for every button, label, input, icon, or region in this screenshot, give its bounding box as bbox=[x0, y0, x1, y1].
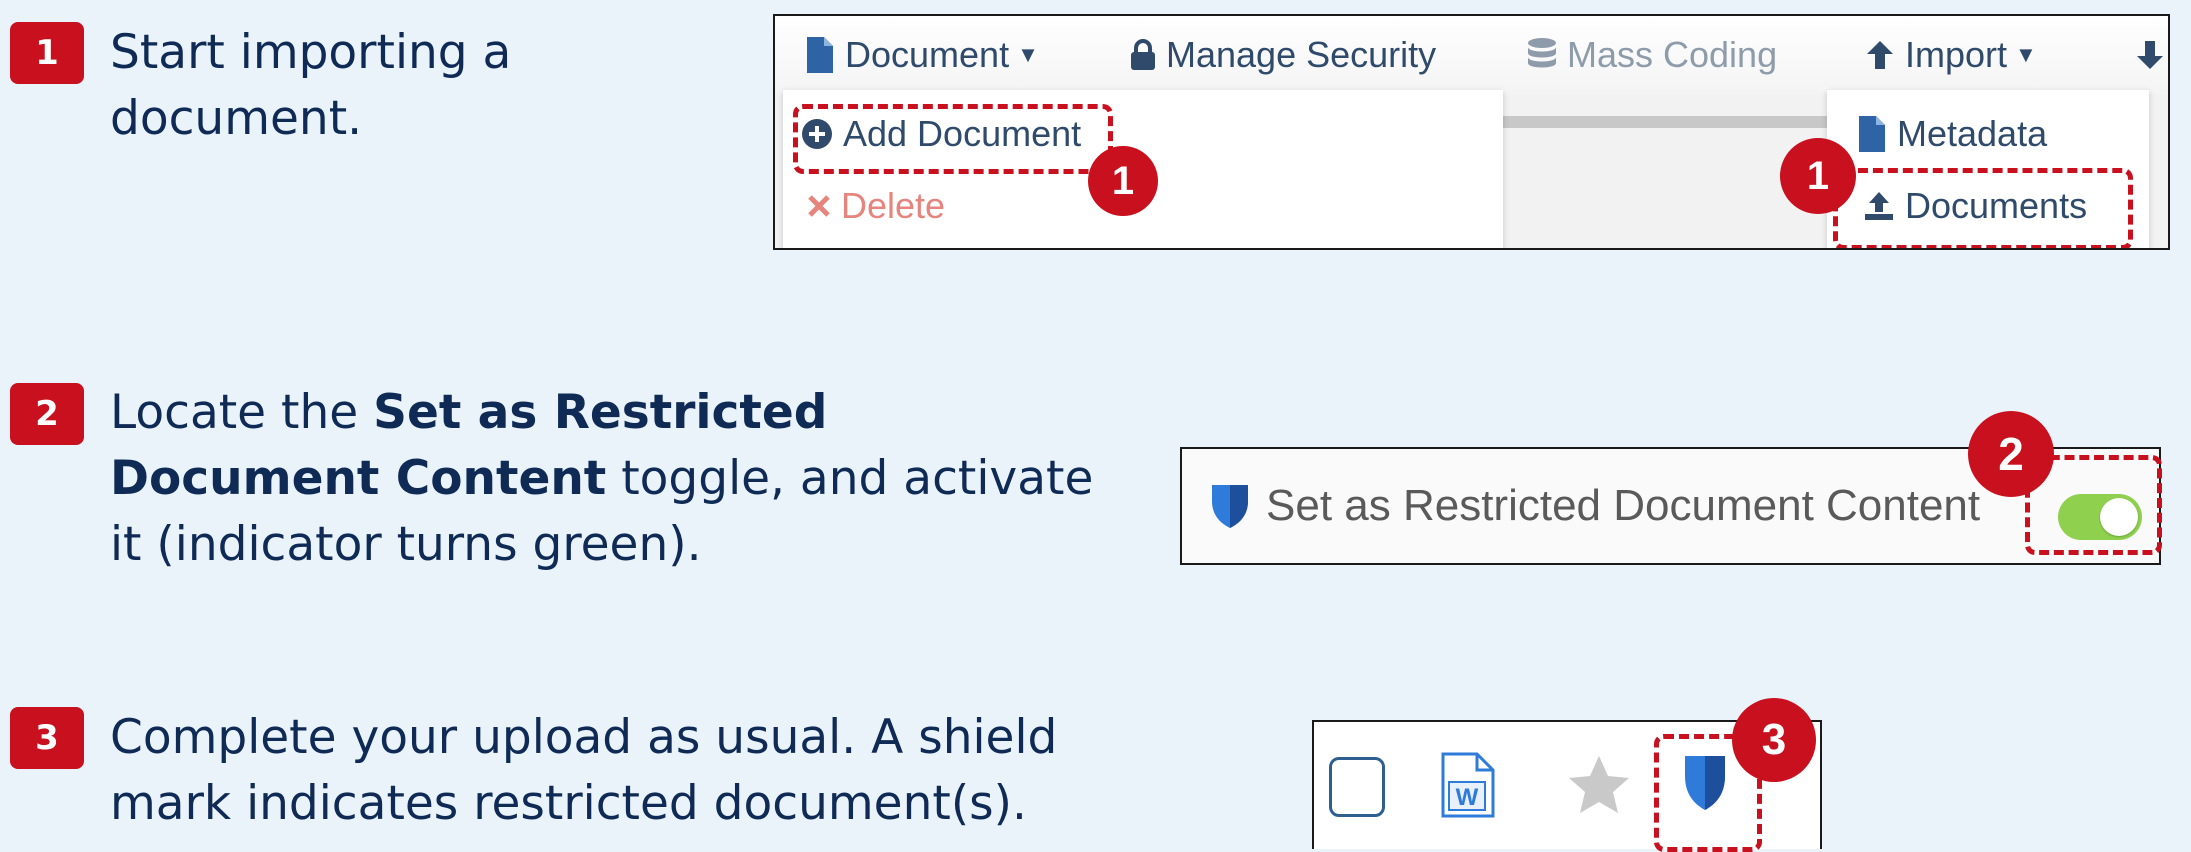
file-icon bbox=[1857, 116, 1887, 152]
restricted-content-setting: Set as Restricted Document Content bbox=[1210, 449, 1980, 563]
step-1-text: Start importing a document. bbox=[110, 25, 512, 146]
step-number-badge: 1 bbox=[10, 22, 84, 84]
shield-icon bbox=[1210, 481, 1250, 531]
step-number-badge: 2 bbox=[10, 383, 84, 445]
restricted-toggle-panel: Set as Restricted Document Content 2 bbox=[1180, 411, 2162, 565]
metadata-menu-item[interactable]: Metadata bbox=[1857, 104, 2047, 164]
database-icon bbox=[1527, 38, 1557, 72]
step-1-instruction: Start importing a document. bbox=[110, 20, 610, 152]
arrow-down-icon bbox=[2135, 39, 2165, 71]
toolbar-screenshot-panel: Document ▼ Manage Security Mass Coding I… bbox=[773, 14, 2170, 250]
export-menu-button[interactable] bbox=[2135, 16, 2168, 94]
step-marker: 1 bbox=[1088, 146, 1158, 216]
manage-security-button[interactable]: Manage Security bbox=[1130, 16, 1436, 94]
step-marker: 1 bbox=[1780, 138, 1856, 214]
step-number-badge: 3 bbox=[10, 707, 84, 769]
caret-down-icon: ▼ bbox=[1017, 42, 1039, 67]
divider bbox=[1485, 116, 1885, 128]
toolbar: Document ▼ Manage Security Mass Coding I… bbox=[775, 16, 2168, 94]
step-2-instruction: Locate the Set as Restricted Document Co… bbox=[110, 380, 1110, 578]
restricted-toggle-label: Set as Restricted Document Content bbox=[1266, 481, 1981, 530]
arrow-up-icon bbox=[1865, 39, 1895, 71]
delete-menu-item[interactable]: Delete bbox=[807, 176, 945, 236]
lock-icon bbox=[1130, 39, 1156, 71]
document-row-panel: W 3 bbox=[1312, 698, 1822, 852]
file-icon bbox=[805, 37, 835, 73]
step-2-text-before: Locate the bbox=[110, 385, 374, 440]
checkbox-icon[interactable] bbox=[1329, 757, 1385, 817]
highlight-documents bbox=[1833, 168, 2133, 248]
star-icon[interactable] bbox=[1567, 754, 1631, 820]
step-marker: 2 bbox=[1968, 411, 2054, 497]
import-menu-button[interactable]: Import ▼ bbox=[1865, 16, 2037, 94]
svg-text:W: W bbox=[1456, 784, 1479, 811]
x-icon bbox=[807, 194, 831, 218]
mass-coding-button[interactable]: Mass Coding bbox=[1527, 16, 1777, 94]
step-3-instruction: Complete your upload as usual. A shield … bbox=[110, 705, 1110, 837]
caret-down-icon: ▼ bbox=[2015, 42, 2037, 67]
step-3-text: Complete your upload as usual. A shield … bbox=[110, 710, 1058, 831]
highlight-add-document bbox=[793, 104, 1113, 174]
step-marker: 3 bbox=[1732, 698, 1816, 782]
word-file-icon: W bbox=[1439, 752, 1497, 822]
document-menu-button[interactable]: Document ▼ bbox=[805, 16, 1039, 94]
